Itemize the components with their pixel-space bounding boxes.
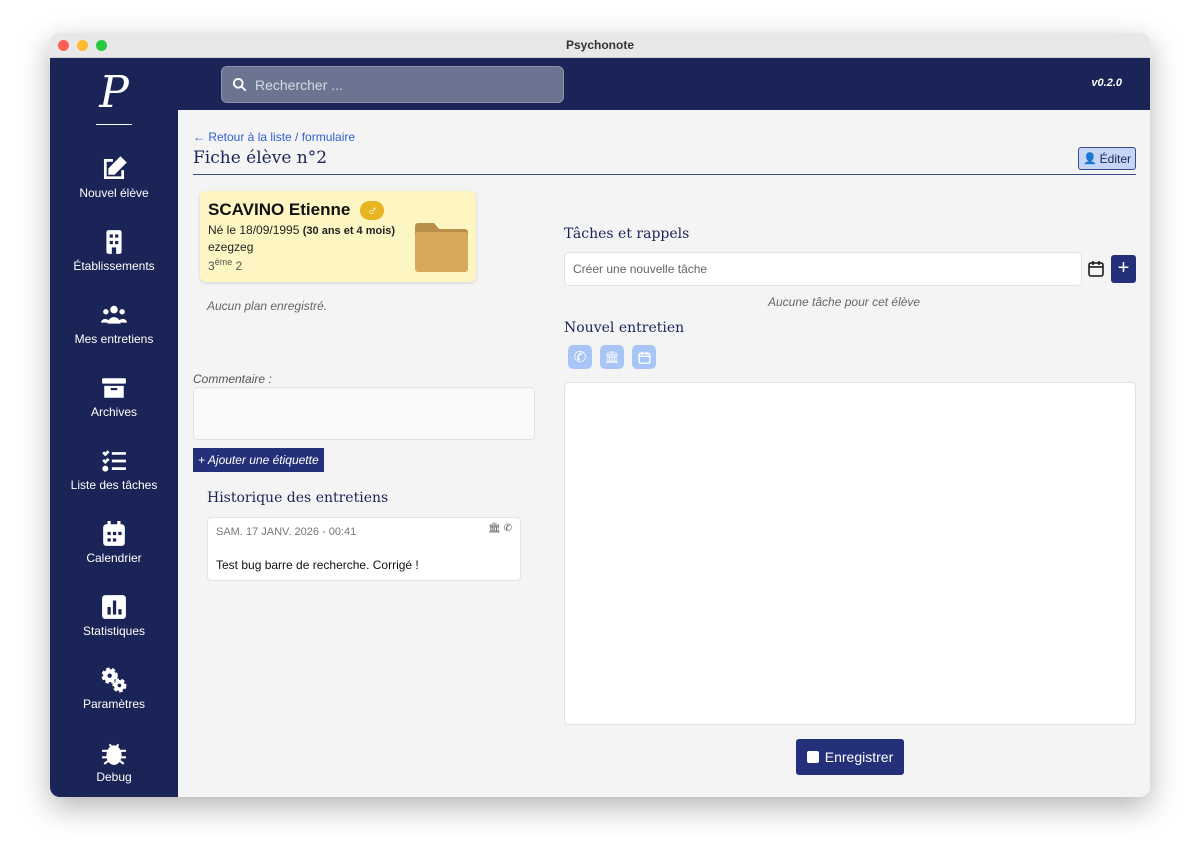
sidebar-item-nouvel-eleve[interactable]: Nouvel élève — [50, 156, 178, 200]
history-date: SAM. 17 JANV. 2026 - 00:41 — [216, 526, 357, 538]
calendar-icon — [637, 351, 651, 364]
interview-title: Nouvel entretien — [564, 320, 685, 336]
class-group: 2 — [235, 259, 243, 273]
calendar-type-button[interactable] — [632, 345, 656, 369]
edit-button[interactable]: 👤 Éditer — [1077, 147, 1136, 170]
class-sup: ème — [214, 257, 233, 267]
chart-icon — [102, 595, 126, 619]
app-window: Psychonote P Nouvel élève Établissements… — [50, 33, 1150, 797]
top-bar: Rechercher ... v0.2.0 — [178, 58, 1150, 110]
history-text: Test bug barre de recherche. Corrigé ! — [216, 558, 419, 572]
sidebar-item-liste-des-taches[interactable]: Liste des tâches — [50, 448, 178, 492]
student-age: (30 ans et 4 mois) — [302, 225, 396, 237]
phone-type-button[interactable]: ✆ — [568, 345, 592, 369]
title-bar: Psychonote — [50, 33, 1150, 58]
tasks-title: Tâches et rappels — [564, 226, 690, 242]
tasks-empty: Aucune tâche pour cet élève — [768, 295, 921, 309]
title-divider — [193, 174, 1136, 175]
sidebar-item-mes-entretiens[interactable]: Mes entretiens — [50, 302, 178, 346]
gender-badge: ♂ — [360, 200, 385, 220]
users-icon — [101, 305, 127, 324]
task-list-icon — [102, 450, 126, 472]
phone-icon: ✆ — [573, 349, 587, 366]
bug-icon — [102, 743, 126, 765]
save-button[interactable]: Enregistrer — [796, 739, 904, 775]
page-title: Fiche élève n°2 — [193, 148, 328, 168]
add-task-button[interactable]: + — [1111, 255, 1136, 283]
window-title: Psychonote — [565, 38, 634, 52]
close-button[interactable] — [58, 40, 69, 51]
save-icon — [806, 751, 819, 763]
user-edit-icon: 👤 — [1082, 153, 1097, 165]
add-tag-button[interactable]: + Ajouter une étiquette — [193, 448, 324, 472]
sidebar-item-debug[interactable]: Debug — [50, 740, 178, 784]
app-logo: P — [99, 67, 129, 118]
search-icon — [232, 77, 247, 92]
search-placeholder: Rechercher ... — [255, 76, 343, 93]
calendar-icon — [103, 521, 125, 546]
logo-divider — [96, 124, 132, 125]
building-icon — [106, 230, 122, 254]
search-input[interactable]: Rechercher ... — [221, 66, 564, 103]
school-icon: 🏛 — [604, 350, 620, 364]
sidebar: P Nouvel élève Établissements Mes entret… — [50, 58, 178, 797]
phone-icon: ✆ — [503, 523, 512, 534]
back-link[interactable]: ← Retour à la liste / formulaire — [193, 130, 355, 144]
zoom-button[interactable] — [96, 40, 107, 51]
app-version: v0.2.0 — [1091, 77, 1122, 89]
sidebar-item-parametres[interactable]: Paramètres — [50, 667, 178, 711]
student-birth: Né le 18/09/1995 — [208, 223, 300, 237]
main-content: ← Retour à la liste / formulaire Fiche é… — [178, 110, 1150, 797]
sidebar-item-statistiques[interactable]: Statistiques — [50, 594, 178, 638]
folder-icon[interactable] — [415, 222, 468, 272]
sidebar-item-calendrier[interactable]: Calendrier — [50, 521, 178, 565]
history-item[interactable]: SAM. 17 JANV. 2026 - 00:41 🏛 ✆ Test bug … — [207, 517, 521, 581]
comment-label: Commentaire : — [193, 372, 272, 386]
school-icon: 🏛 — [488, 523, 501, 534]
student-name: SCAVINO Etienne — [208, 200, 351, 219]
minimize-button[interactable] — [77, 40, 88, 51]
sidebar-item-archives[interactable]: Archives — [50, 375, 178, 419]
student-card: SCAVINO Etienne ♂ Né le 18/09/1995 (30 an… — [200, 191, 476, 282]
history-title: Historique des entretiens — [207, 490, 389, 506]
new-task-input[interactable]: Créer une nouvelle tâche — [564, 252, 1082, 286]
edit-icon — [103, 156, 127, 180]
sidebar-item-etablissements[interactable]: Établissements — [50, 229, 178, 273]
school-type-button[interactable]: 🏛 — [600, 345, 624, 369]
task-date-icon[interactable] — [1088, 260, 1104, 277]
archive-icon — [102, 378, 126, 398]
plan-empty: Aucun plan enregistré. — [207, 299, 328, 313]
comment-field[interactable] — [193, 387, 535, 440]
interview-textarea[interactable] — [564, 382, 1136, 725]
gears-icon — [101, 667, 127, 693]
class-level: 3 — [208, 259, 215, 273]
